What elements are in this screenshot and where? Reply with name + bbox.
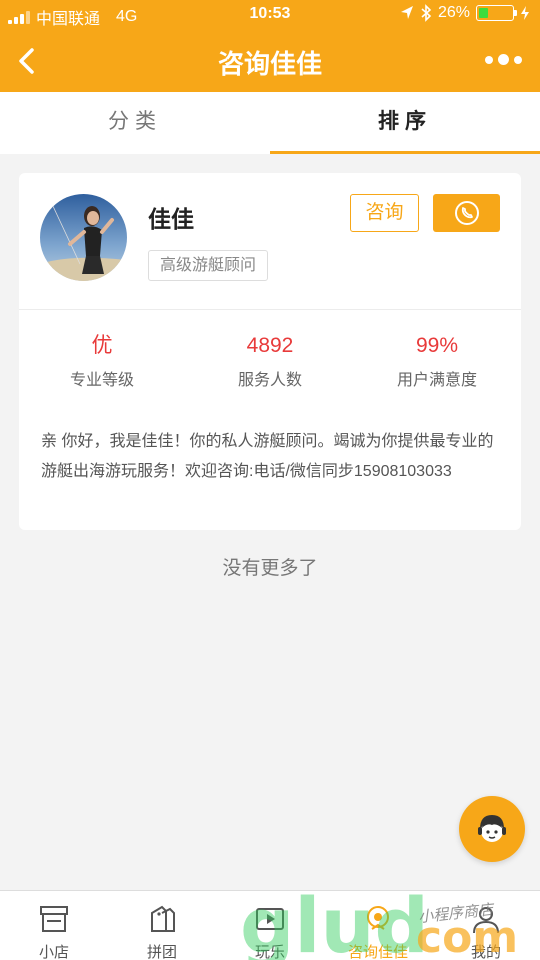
- tabbar-label: 小店: [38, 944, 69, 960]
- stat-label: 用户满意度: [396, 372, 477, 389]
- avatar[interactable]: [40, 194, 127, 281]
- battery-icon: [476, 5, 517, 21]
- tab-sort[interactable]: 排序: [270, 92, 540, 154]
- tabbar-item-mine[interactable]: 我的: [432, 891, 540, 960]
- tabbar-label: 拼团: [146, 944, 177, 960]
- call-button[interactable]: [433, 194, 500, 232]
- more-options-icon[interactable]: [485, 54, 522, 65]
- page-title: 咨询佳佳: [217, 49, 322, 79]
- list-end-text: 没有更多了: [222, 558, 318, 579]
- stat-value: 优: [91, 334, 113, 357]
- bluetooth-icon: [421, 4, 432, 22]
- stat-satisfaction: 99% 用户满意度: [362, 330, 512, 390]
- consult-button[interactable]: 咨询: [350, 194, 419, 232]
- status-bar: 中国联通 4G 10:53 26%: [0, 0, 540, 30]
- battery-percent: 26%: [437, 4, 470, 21]
- tabbar-item-consult[interactable]: 咨询佳佳: [324, 891, 432, 960]
- charging-icon: [521, 6, 529, 20]
- consultant-title-badge: 高级游艇顾问: [148, 250, 269, 281]
- customer-service-icon: [478, 815, 506, 842]
- phone-icon: [454, 201, 479, 225]
- tabbar-label: 我的: [470, 944, 501, 960]
- location-arrow-icon: [400, 6, 413, 19]
- tabbar-label: 咨询佳佳: [347, 944, 408, 960]
- consultant-description: 亲 你好，我是佳佳！你的私人游艇顾问。竭诚为你提供最专业的游艇出海游玩服务！欢迎…: [41, 433, 494, 480]
- tabbar-item-group-buy[interactable]: 拼团: [108, 891, 216, 960]
- tabbar-item-shop[interactable]: 小店: [0, 891, 108, 960]
- stat-label: 专业等级: [69, 372, 134, 389]
- stat-value: 99%: [415, 334, 459, 357]
- stat-value: 4892: [246, 334, 294, 357]
- consultant-name: 佳佳: [148, 206, 194, 232]
- stat-label: 服务人数: [237, 372, 302, 389]
- shop-icon: [40, 906, 68, 932]
- tab-category[interactable]: 分类: [0, 92, 270, 154]
- consultant-card[interactable]: 佳佳 高级游艇顾问 咨询 优 专业等级 4892 服务人数 99% 用户满意度 …: [19, 173, 521, 530]
- tabbar-item-play[interactable]: 玩乐: [216, 891, 324, 960]
- consult-icon: [367, 906, 389, 930]
- filter-tabs: 分类 排序: [0, 92, 540, 154]
- user-icon: [473, 907, 499, 934]
- stat-level: 优 专业等级: [27, 330, 177, 390]
- stat-served: 4892 服务人数: [195, 330, 345, 390]
- nav-bar: 咨询佳佳: [0, 30, 540, 92]
- play-icon: [256, 908, 284, 930]
- customer-service-button[interactable]: [459, 796, 525, 862]
- tabbar-label: 玩乐: [254, 944, 285, 960]
- bottom-tab-bar: 小店 拼团 玩乐 咨询佳佳 我的: [0, 890, 540, 960]
- card-divider: [19, 309, 521, 310]
- group-tag-icon: [151, 905, 175, 932]
